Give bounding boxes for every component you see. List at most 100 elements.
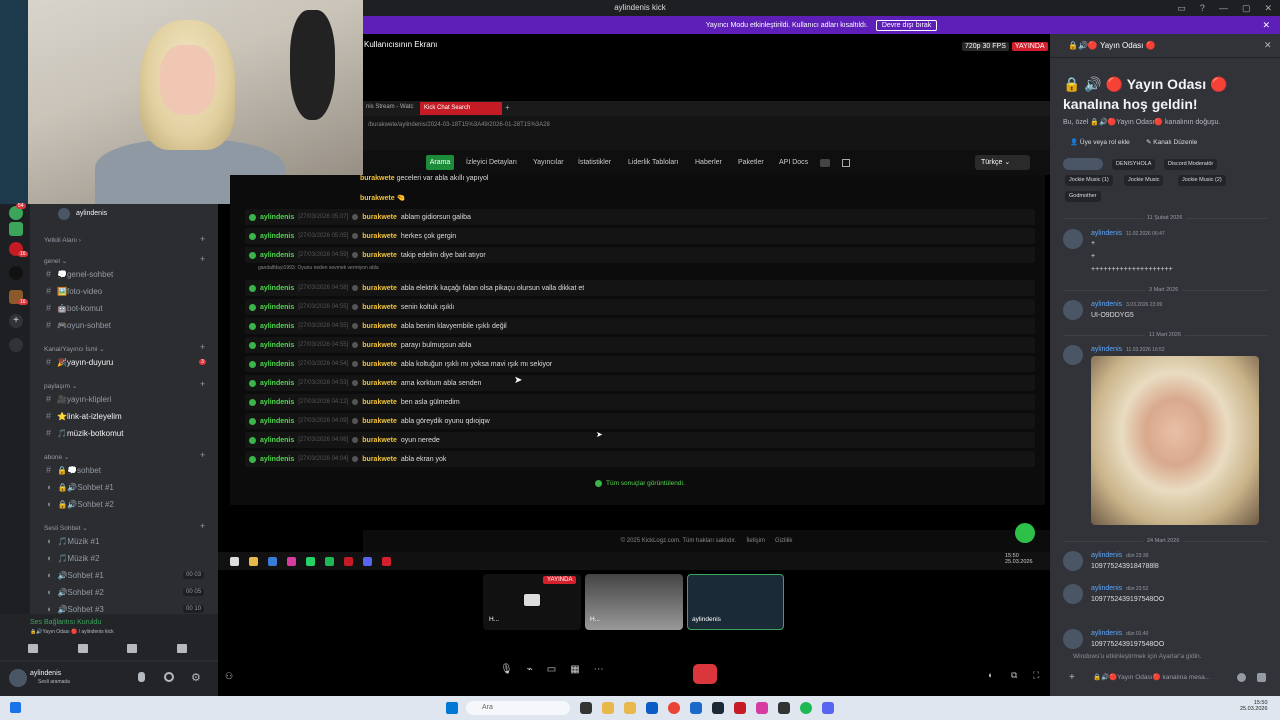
explore-icon[interactable] <box>9 338 23 352</box>
close-banner-icon[interactable]: ✕ <box>1262 20 1270 31</box>
browser-tab[interactable]: nis Stream - Watc <box>366 104 413 110</box>
row-target-user[interactable]: burakwete <box>362 214 397 221</box>
settings-gear-icon[interactable]: ⚙ <box>191 671 201 684</box>
browser-tab-active[interactable]: Kick Chat Search <box>420 102 502 115</box>
row-target-user[interactable]: burakwete <box>360 195 395 202</box>
store-icon[interactable] <box>646 702 658 714</box>
username[interactable]: aylindenis <box>30 670 61 677</box>
close-button[interactable]: ✕ <box>1264 0 1272 16</box>
nav-packages[interactable]: Paketler <box>738 159 764 166</box>
channel-oyun-sohbet[interactable]: # 🎮oyun-sohbet <box>46 320 111 330</box>
voice-channel-muzik-2[interactable]: ◖ 🎵Müzik #2 <box>46 553 99 563</box>
add-channel-icon[interactable]: + <box>200 342 205 352</box>
popout-icon[interactable]: ⧉ <box>1011 670 1017 681</box>
add-channel-icon[interactable]: + <box>200 379 205 389</box>
message-avatar[interactable] <box>1063 584 1083 604</box>
row-target-user[interactable]: burakwete <box>362 233 397 240</box>
add-channel-icon[interactable]: + <box>200 254 205 264</box>
folder-icon[interactable] <box>624 702 636 714</box>
row-author[interactable]: aylindenis <box>260 456 294 463</box>
app-icon[interactable] <box>778 702 790 714</box>
activities-icon[interactable]: ▦ <box>570 664 579 675</box>
channel-abone-sohbet[interactable]: # 🔒💭sohbet <box>46 465 101 475</box>
message-author[interactable]: aylindenis dün 01:40 <box>1091 630 1148 637</box>
channel-link-at-izleyelim[interactable]: # ⭐link-at-izleyelim <box>46 411 122 421</box>
server-icon[interactable] <box>9 222 23 236</box>
row-target-user[interactable]: burakwete <box>362 304 397 311</box>
screen-share-icon[interactable] <box>78 644 88 653</box>
discord-icon[interactable] <box>820 159 830 167</box>
row-author[interactable]: aylindenis <box>260 304 294 311</box>
windows-icon[interactable] <box>230 556 239 566</box>
add-server-icon[interactable]: + <box>9 314 23 328</box>
end-call-button[interactable] <box>693 664 717 684</box>
soundboard-icon[interactable] <box>177 644 187 653</box>
nav-api-docs[interactable]: API Docs <box>779 159 808 166</box>
nav-search[interactable]: Arama <box>426 155 454 170</box>
channel-yayin-klipleri[interactable]: # 🎥yayın-klipleri <box>46 394 111 404</box>
app-icon[interactable] <box>756 702 768 714</box>
channel-foto-video[interactable]: # 🖼️foto-video <box>46 286 102 296</box>
add-channel-icon[interactable]: + <box>200 450 205 460</box>
row-target-user[interactable]: burakwete <box>362 437 397 444</box>
row-target-user[interactable]: burakwete <box>362 252 397 259</box>
widgets-icon[interactable] <box>10 702 21 713</box>
row-target-user[interactable]: burakwete <box>360 175 395 182</box>
language-select[interactable]: Türkçe ⌄ <box>975 155 1030 170</box>
sticker-icon[interactable] <box>1257 673 1266 682</box>
channel-bot-komut[interactable]: # 🤖bot-komut <box>46 303 103 313</box>
voice-channel-sohbet-1[interactable]: ◖ 🔊Sohbet #1 <box>46 570 104 580</box>
headphones-icon[interactable] <box>164 672 174 682</box>
message-author[interactable]: aylindenis 11.03.2026 16:52 <box>1091 346 1165 353</box>
edit-channel-button[interactable]: ✎ Kanalı Düzenle <box>1146 138 1197 146</box>
row-target-user[interactable]: burakwete <box>362 399 397 406</box>
taskview-icon[interactable] <box>580 702 592 714</box>
server-name[interactable]: aylindenis <box>76 210 107 217</box>
opera-icon[interactable] <box>344 556 353 566</box>
maximize-button[interactable]: ▢ <box>1242 0 1251 16</box>
edge-icon[interactable] <box>690 702 702 714</box>
row-target-user[interactable]: burakwete <box>362 323 397 330</box>
instagram-icon[interactable] <box>287 556 296 566</box>
activities-icon[interactable] <box>127 644 137 653</box>
row-target-user[interactable]: burakwete <box>362 418 397 425</box>
category-sesli[interactable]: Sesli Sohbet ⌄ <box>44 524 88 532</box>
people-icon[interactable]: ⚇ <box>225 671 233 682</box>
folder-icon[interactable] <box>249 556 258 566</box>
row-author[interactable]: aylindenis <box>260 418 294 425</box>
microphone-icon[interactable] <box>138 672 145 682</box>
nav-statistics[interactable]: İstatistikler <box>578 159 611 166</box>
volume-icon[interactable]: ◖ <box>987 670 992 680</box>
more-icon[interactable]: ⋯ <box>594 664 604 675</box>
row-author[interactable]: aylindenis <box>260 214 294 221</box>
row-target-user[interactable]: burakwete <box>362 285 397 292</box>
message-avatar[interactable] <box>1063 300 1083 320</box>
voice-channel-abone-1[interactable]: ◖ 🔒🔊Sohbet #1 <box>46 482 114 492</box>
message-avatar[interactable] <box>1063 629 1083 649</box>
spotify-icon[interactable] <box>800 702 812 714</box>
voice-channel-sohbet-2[interactable]: ◖ 🔊Sohbet #2 <box>46 587 104 597</box>
taskbar-search[interactable]: Ara <box>466 701 570 715</box>
chat-bubble-button[interactable] <box>1015 523 1035 543</box>
explorer-icon[interactable] <box>602 702 614 714</box>
footer-contact-link[interactable]: İletişim <box>746 538 765 544</box>
message-input[interactable]: 🔒🔊🔴Yayın Odası🔴 kanalına mesa... <box>1093 673 1210 681</box>
camera-icon[interactable]: ⌁ <box>527 664 533 675</box>
voice-channel-sohbet-3[interactable]: ◖ 🔊Sohbet #3 <box>46 604 104 614</box>
row-author[interactable]: aylindenis <box>260 399 294 406</box>
row-author[interactable]: aylindenis <box>260 361 294 368</box>
channel-genel-sohbet[interactable]: # 💭genel-sohbet <box>46 269 113 279</box>
taskbar-clock[interactable]: 15:50 25.03.2026 <box>1240 700 1268 712</box>
channel-muzik-botkomut[interactable]: # 🎵müzik-botkomut <box>46 428 123 438</box>
add-channel-icon[interactable]: + <box>200 234 205 244</box>
close-chat-icon[interactable]: ✕ <box>1264 40 1272 51</box>
new-tab-button[interactable]: + <box>505 103 510 112</box>
row-author[interactable]: aylindenis <box>260 342 294 349</box>
category-abone[interactable]: abone ⌄ <box>44 453 69 461</box>
popout-icon[interactable]: ▭ <box>1177 0 1186 16</box>
row-author[interactable]: aylindenis <box>260 233 294 240</box>
message-author[interactable]: aylindenis 3.03.2026 23:09 <box>1091 301 1162 308</box>
steam-icon[interactable] <box>712 702 724 714</box>
server-icon[interactable] <box>9 266 23 280</box>
category-kanal[interactable]: Kanal/Yayıncı İsmi ⌄ <box>44 345 105 353</box>
